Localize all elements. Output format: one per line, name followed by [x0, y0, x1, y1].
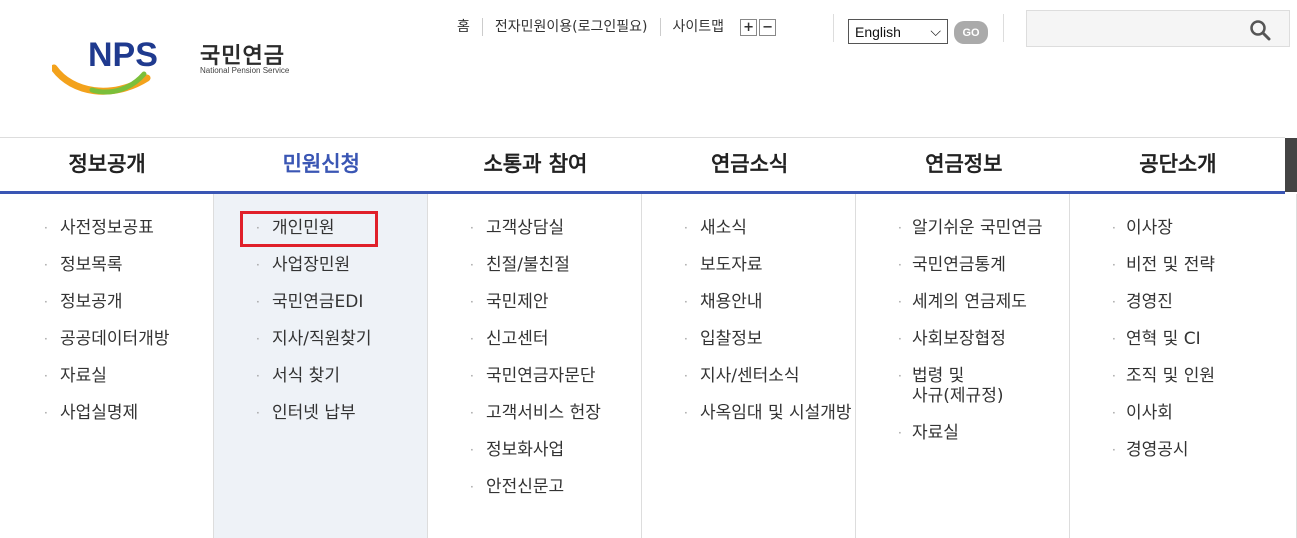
submenu-item[interactable]: 신고센터 — [428, 329, 641, 349]
submenu-item[interactable]: 법령 및 사규(제규정) — [856, 366, 1069, 406]
nav-about[interactable]: 공단소개 — [1071, 138, 1285, 192]
language-value: English — [855, 23, 901, 40]
go-button[interactable]: GO — [954, 21, 988, 44]
nav-info-disclosure[interactable]: 정보공개 — [0, 138, 214, 192]
search-box — [1026, 10, 1290, 48]
nav-pension-news[interactable]: 연금소식 — [643, 138, 857, 192]
nav-pension-info[interactable]: 연금정보 — [857, 138, 1071, 192]
submenu-item[interactable]: 정보화사업 — [428, 440, 641, 460]
logo-letters: NPS — [88, 38, 158, 74]
submenu-item[interactable]: 고객상담실 — [428, 218, 641, 238]
submenu-item[interactable]: 경영진 — [1070, 292, 1296, 312]
submenu-item[interactable]: 사옥임대 및 시설개방 — [642, 403, 855, 423]
nav-civil-petition[interactable]: 민원신청 — [214, 138, 428, 192]
submenu-item[interactable]: 정보공개 — [0, 292, 213, 312]
submenu-about: 이사장 비전 및 전략 경영진 연혁 및 CI 조직 및 인원 이사회 경영공시 — [1070, 194, 1297, 538]
scrollbar-edge — [1285, 138, 1297, 192]
mega-menu: 사전정보공표 정보목록 정보공개 공공데이터개방 자료실 사업실명제 개인민원 … — [0, 194, 1297, 538]
submenu-item[interactable]: 입찰정보 — [642, 329, 855, 349]
submenu-item[interactable]: 사회보장협정 — [856, 329, 1069, 349]
search-input[interactable] — [1027, 11, 1247, 48]
submenu-item[interactable]: 보도자료 — [642, 255, 855, 275]
search-icon[interactable] — [1249, 19, 1271, 45]
language-select[interactable]: English ⌵ — [848, 19, 948, 44]
logo-english: National Pension Service — [200, 66, 290, 75]
submenu-item[interactable]: 자료실 — [856, 423, 1069, 443]
submenu-pension-info: 알기쉬운 국민연금 국민연금통계 세계의 연금제도 사회보장협정 법령 및 사규… — [856, 194, 1070, 538]
highlight-box — [240, 211, 378, 247]
submenu-item[interactable]: 비전 및 전략 — [1070, 255, 1296, 275]
submenu-item[interactable]: 고객서비스 헌장 — [428, 403, 641, 423]
submenu-item[interactable]: 서식 찾기 — [214, 366, 427, 386]
submenu-item[interactable]: 국민연금EDI — [214, 292, 427, 312]
zoom-out-button[interactable]: − — [759, 18, 777, 36]
zoom-controls: + − — [740, 18, 778, 36]
submenu-item[interactable]: 세계의 연금제도 — [856, 292, 1069, 312]
submenu-item[interactable]: 지사/센터소식 — [642, 366, 855, 386]
submenu-item[interactable]: 친절/불친절 — [428, 255, 641, 275]
submenu-item[interactable]: 지사/직원찾기 — [214, 329, 427, 349]
submenu-item[interactable]: 새소식 — [642, 218, 855, 238]
divider — [1003, 14, 1004, 42]
utility-nav: 홈 전자민원이용(로그인필요) 사이트맵 + − — [455, 18, 778, 36]
logo-mark: NPS — [52, 38, 158, 95]
eservice-link[interactable]: 전자민원이용(로그인필요) — [481, 18, 660, 36]
submenu-item[interactable]: 자료실 — [0, 366, 213, 386]
submenu-item[interactable]: 알기쉬운 국민연금 — [856, 218, 1069, 238]
submenu-item[interactable]: 조직 및 인원 — [1070, 366, 1296, 386]
submenu-item[interactable]: 정보목록 — [0, 255, 213, 275]
submenu-item[interactable]: 연혁 및 CI — [1070, 329, 1296, 349]
submenu-item[interactable]: 이사장 — [1070, 218, 1296, 238]
submenu-item[interactable]: 공공데이터개방 — [0, 329, 213, 349]
nps-logo[interactable]: NPS 국민연금 National Pension Service — [52, 38, 302, 100]
submenu-item[interactable]: 이사회 — [1070, 403, 1296, 423]
submenu-item[interactable]: 국민연금통계 — [856, 255, 1069, 275]
submenu-item[interactable]: 안전신문고 — [428, 477, 641, 497]
nav-communication[interactable]: 소통과 참여 — [428, 138, 642, 192]
submenu-item[interactable]: 국민연금자문단 — [428, 366, 641, 386]
chevron-down-icon: ⌵ — [930, 23, 941, 39]
divider — [833, 14, 834, 42]
submenu-item[interactable]: 채용안내 — [642, 292, 855, 312]
main-nav: 정보공개 민원신청 소통과 참여 연금소식 연금정보 공단소개 — [0, 138, 1285, 192]
submenu-item[interactable]: 사전정보공표 — [0, 218, 213, 238]
sitemap-link[interactable]: 사이트맵 — [659, 18, 737, 36]
submenu-item[interactable]: 인터넷 납부 — [214, 403, 427, 423]
submenu-item[interactable]: 경영공시 — [1070, 440, 1296, 460]
submenu-pension-news: 새소식 보도자료 채용안내 입찰정보 지사/센터소식 사옥임대 및 시설개방 — [642, 194, 856, 538]
zoom-in-button[interactable]: + — [740, 18, 758, 36]
submenu-item[interactable]: 사업실명제 — [0, 403, 213, 423]
home-link[interactable]: 홈 — [455, 18, 482, 36]
submenu-item[interactable]: 사업장민원 — [214, 255, 427, 275]
submenu-info-disclosure: 사전정보공표 정보목록 정보공개 공공데이터개방 자료실 사업실명제 — [0, 194, 214, 538]
submenu-communication: 고객상담실 친절/불친절 국민제안 신고센터 국민연금자문단 고객서비스 헌장 … — [428, 194, 642, 538]
submenu-item[interactable]: 국민제안 — [428, 292, 641, 312]
